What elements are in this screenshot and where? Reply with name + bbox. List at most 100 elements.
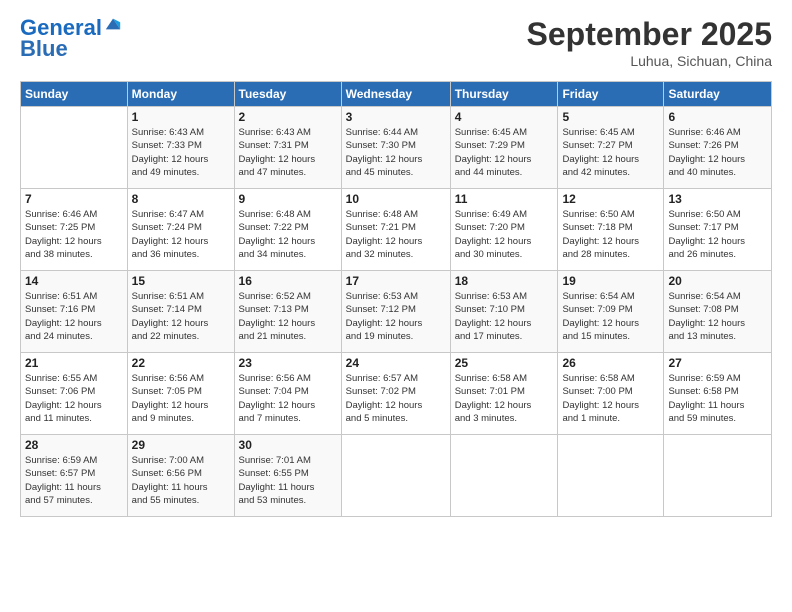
day-number: 29 — [132, 438, 230, 452]
day-number: 3 — [346, 110, 446, 124]
weekday-header-friday: Friday — [558, 82, 664, 107]
day-info: Sunrise: 6:59 AM Sunset: 6:57 PM Dayligh… — [25, 454, 123, 507]
day-info: Sunrise: 7:01 AM Sunset: 6:55 PM Dayligh… — [239, 454, 337, 507]
day-cell — [558, 435, 664, 517]
weekday-header-thursday: Thursday — [450, 82, 558, 107]
day-info: Sunrise: 6:56 AM Sunset: 7:04 PM Dayligh… — [239, 372, 337, 425]
day-cell: 10 Sunrise: 6:48 AM Sunset: 7:21 PM Dayli… — [341, 189, 450, 271]
day-number: 24 — [346, 356, 446, 370]
day-cell: 21Sunrise: 6:55 AM Sunset: 7:06 PM Dayli… — [21, 353, 128, 435]
day-info: Sunrise: 6:59 AM Sunset: 6:58 PM Dayligh… — [668, 372, 767, 425]
weekday-row: SundayMondayTuesdayWednesdayThursdayFrid… — [21, 82, 772, 107]
day-info: Sunrise: 6:46 AM Sunset: 7:26 PM Dayligh… — [668, 126, 767, 179]
day-cell: 15 Sunrise: 6:51 AM Sunset: 7:14 PM Dayli… — [127, 271, 234, 353]
day-number: 13 — [668, 192, 767, 206]
day-cell: 2Sunrise: 6:43 AM Sunset: 7:31 PM Daylig… — [234, 107, 341, 189]
day-info: Sunrise: 6:48 AM Sunset: 7:21 PM Dayligh… — [346, 208, 446, 261]
calendar-table: SundayMondayTuesdayWednesdayThursdayFrid… — [20, 81, 772, 517]
main-container: General Blue September 2025 Luhua, Sichu… — [0, 0, 792, 527]
day-cell: 26 Sunrise: 6:58 AM Sunset: 7:00 PM Dayli… — [558, 353, 664, 435]
title-area: September 2025 Luhua, Sichuan, China — [527, 16, 772, 69]
day-cell: 25Sunrise: 6:58 AM Sunset: 7:01 PM Dayli… — [450, 353, 558, 435]
week-row-5: 28 Sunrise: 6:59 AM Sunset: 6:57 PM Dayli… — [21, 435, 772, 517]
weekday-header-wednesday: Wednesday — [341, 82, 450, 107]
day-number: 26 — [562, 356, 659, 370]
day-cell: 7 Sunrise: 6:46 AM Sunset: 7:25 PM Daylig… — [21, 189, 128, 271]
week-row-3: 14Sunrise: 6:51 AM Sunset: 7:16 PM Dayli… — [21, 271, 772, 353]
day-number: 8 — [132, 192, 230, 206]
day-cell: 18 Sunrise: 6:53 AM Sunset: 7:10 PM Dayli… — [450, 271, 558, 353]
day-number: 30 — [239, 438, 337, 452]
weekday-header-saturday: Saturday — [664, 82, 772, 107]
day-number: 17 — [346, 274, 446, 288]
day-cell: 1 Sunrise: 6:43 AM Sunset: 7:33 PM Daylig… — [127, 107, 234, 189]
day-info: Sunrise: 6:48 AM Sunset: 7:22 PM Dayligh… — [239, 208, 337, 261]
day-cell: 3 Sunrise: 6:44 AM Sunset: 7:30 PM Daylig… — [341, 107, 450, 189]
day-cell: 30 Sunrise: 7:01 AM Sunset: 6:55 PM Dayli… — [234, 435, 341, 517]
day-cell: 17Sunrise: 6:53 AM Sunset: 7:12 PM Dayli… — [341, 271, 450, 353]
day-cell — [450, 435, 558, 517]
day-cell: 11 Sunrise: 6:49 AM Sunset: 7:20 PM Dayli… — [450, 189, 558, 271]
day-number: 6 — [668, 110, 767, 124]
day-cell: 16Sunrise: 6:52 AM Sunset: 7:13 PM Dayli… — [234, 271, 341, 353]
day-info: Sunrise: 6:50 AM Sunset: 7:18 PM Dayligh… — [562, 208, 659, 261]
day-cell — [664, 435, 772, 517]
day-info: Sunrise: 6:58 AM Sunset: 7:00 PM Dayligh… — [562, 372, 659, 425]
day-info: Sunrise: 6:50 AM Sunset: 7:17 PM Dayligh… — [668, 208, 767, 261]
day-number: 15 — [132, 274, 230, 288]
day-info: Sunrise: 6:53 AM Sunset: 7:10 PM Dayligh… — [455, 290, 554, 343]
day-info: Sunrise: 6:54 AM Sunset: 7:08 PM Dayligh… — [668, 290, 767, 343]
day-info: Sunrise: 6:45 AM Sunset: 7:27 PM Dayligh… — [562, 126, 659, 179]
day-number: 11 — [455, 192, 554, 206]
week-row-4: 21Sunrise: 6:55 AM Sunset: 7:06 PM Dayli… — [21, 353, 772, 435]
day-number: 14 — [25, 274, 123, 288]
day-cell: 22 Sunrise: 6:56 AM Sunset: 7:05 PM Dayli… — [127, 353, 234, 435]
day-number: 9 — [239, 192, 337, 206]
day-number: 4 — [455, 110, 554, 124]
day-number: 27 — [668, 356, 767, 370]
day-cell: 28 Sunrise: 6:59 AM Sunset: 6:57 PM Dayli… — [21, 435, 128, 517]
day-info: Sunrise: 6:56 AM Sunset: 7:05 PM Dayligh… — [132, 372, 230, 425]
day-number: 28 — [25, 438, 123, 452]
day-cell: 4 Sunrise: 6:45 AM Sunset: 7:29 PM Daylig… — [450, 107, 558, 189]
day-info: Sunrise: 6:49 AM Sunset: 7:20 PM Dayligh… — [455, 208, 554, 261]
day-number: 25 — [455, 356, 554, 370]
calendar-body: 1 Sunrise: 6:43 AM Sunset: 7:33 PM Daylig… — [21, 107, 772, 517]
day-cell: 29 Sunrise: 7:00 AM Sunset: 6:56 PM Dayli… — [127, 435, 234, 517]
weekday-header-monday: Monday — [127, 82, 234, 107]
day-cell: 14Sunrise: 6:51 AM Sunset: 7:16 PM Dayli… — [21, 271, 128, 353]
day-info: Sunrise: 7:00 AM Sunset: 6:56 PM Dayligh… — [132, 454, 230, 507]
day-info: Sunrise: 6:43 AM Sunset: 7:33 PM Dayligh… — [132, 126, 230, 179]
day-cell: 9 Sunrise: 6:48 AM Sunset: 7:22 PM Daylig… — [234, 189, 341, 271]
day-info: Sunrise: 6:47 AM Sunset: 7:24 PM Dayligh… — [132, 208, 230, 261]
weekday-header-tuesday: Tuesday — [234, 82, 341, 107]
day-cell: 12Sunrise: 6:50 AM Sunset: 7:18 PM Dayli… — [558, 189, 664, 271]
day-number: 7 — [25, 192, 123, 206]
day-number: 16 — [239, 274, 337, 288]
day-info: Sunrise: 6:46 AM Sunset: 7:25 PM Dayligh… — [25, 208, 123, 261]
week-row-2: 7 Sunrise: 6:46 AM Sunset: 7:25 PM Daylig… — [21, 189, 772, 271]
day-number: 21 — [25, 356, 123, 370]
day-cell — [341, 435, 450, 517]
day-cell: 6 Sunrise: 6:46 AM Sunset: 7:26 PM Daylig… — [664, 107, 772, 189]
month-title: September 2025 — [527, 16, 772, 53]
day-number: 1 — [132, 110, 230, 124]
day-number: 10 — [346, 192, 446, 206]
day-number: 18 — [455, 274, 554, 288]
day-cell: 19Sunrise: 6:54 AM Sunset: 7:09 PM Dayli… — [558, 271, 664, 353]
day-cell: 23Sunrise: 6:56 AM Sunset: 7:04 PM Dayli… — [234, 353, 341, 435]
day-cell: 8 Sunrise: 6:47 AM Sunset: 7:24 PM Daylig… — [127, 189, 234, 271]
day-cell: 27 Sunrise: 6:59 AM Sunset: 6:58 PM Dayli… — [664, 353, 772, 435]
header: General Blue September 2025 Luhua, Sichu… — [20, 16, 772, 69]
calendar-header: SundayMondayTuesdayWednesdayThursdayFrid… — [21, 82, 772, 107]
day-info: Sunrise: 6:45 AM Sunset: 7:29 PM Dayligh… — [455, 126, 554, 179]
day-info: Sunrise: 6:51 AM Sunset: 7:14 PM Dayligh… — [132, 290, 230, 343]
logo: General Blue — [20, 16, 122, 62]
logo-icon — [104, 15, 122, 33]
day-number: 22 — [132, 356, 230, 370]
day-info: Sunrise: 6:44 AM Sunset: 7:30 PM Dayligh… — [346, 126, 446, 179]
day-cell: 13 Sunrise: 6:50 AM Sunset: 7:17 PM Dayli… — [664, 189, 772, 271]
day-number: 2 — [239, 110, 337, 124]
day-info: Sunrise: 6:57 AM Sunset: 7:02 PM Dayligh… — [346, 372, 446, 425]
day-cell — [21, 107, 128, 189]
